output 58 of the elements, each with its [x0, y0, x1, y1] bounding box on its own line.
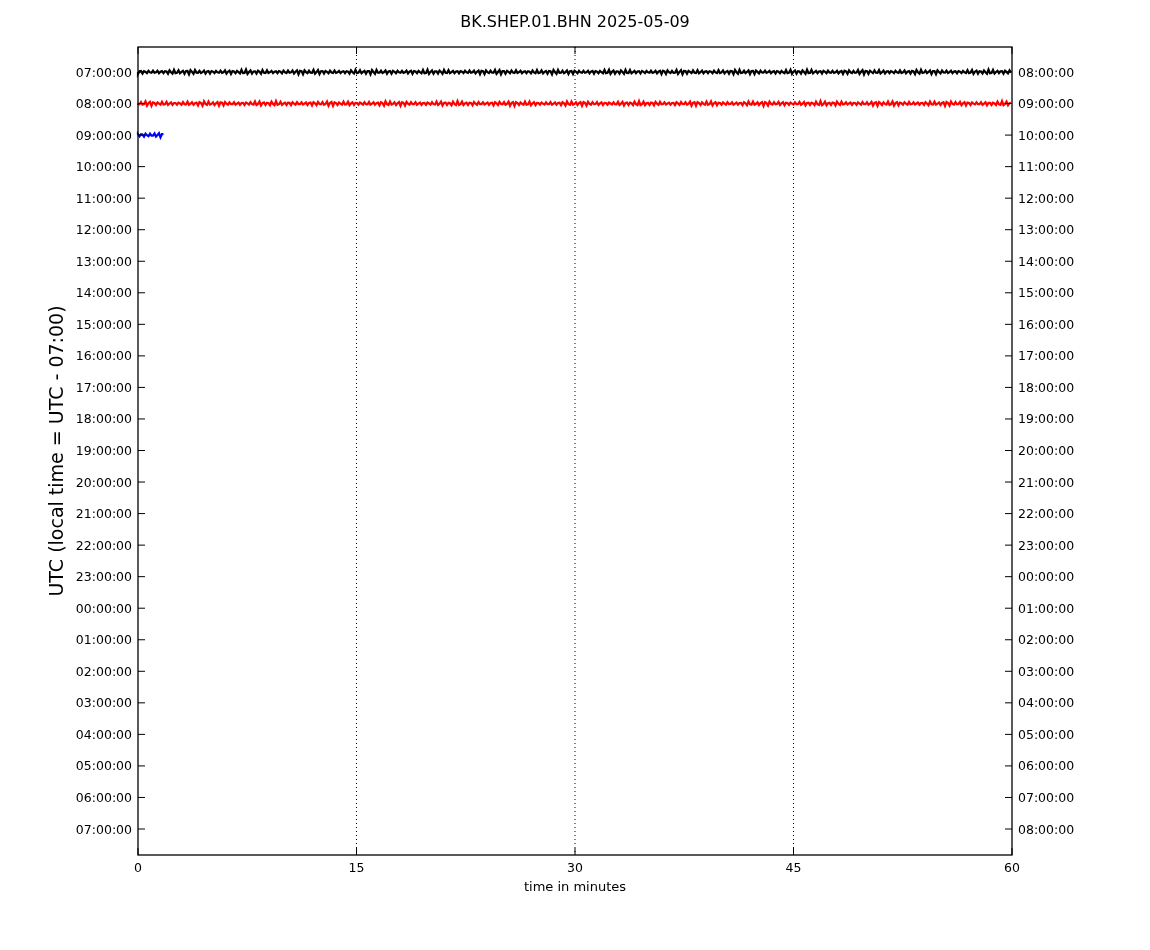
y-tick-label: 07:00:00 — [75, 821, 132, 837]
y-tick-label: 09:00:00 — [1018, 96, 1075, 112]
y-tick-label: 02:00:00 — [75, 663, 132, 679]
y-tick-label: 19:00:00 — [75, 443, 132, 458]
y-tick-label: 23:00:00 — [75, 569, 132, 585]
x-tick-label: 30 — [567, 860, 583, 875]
y-tick-label: 12:00:00 — [75, 222, 132, 238]
y-tick-label: 11:00:00 — [75, 190, 132, 206]
y-tick-label: 13:00:00 — [1018, 222, 1075, 238]
y-tick-label: 13:00:00 — [75, 253, 132, 269]
y-tick-label: 17:00:00 — [75, 379, 132, 395]
y-tick-label: 20:00:00 — [75, 474, 132, 490]
y-tick-label: 22:00:00 — [1018, 506, 1075, 522]
y-tick-label: 01:00:00 — [1018, 600, 1075, 616]
y-tick-label: 04:00:00 — [75, 726, 132, 742]
y-tick-label: 07:00:00 — [75, 64, 132, 80]
y-tick-label: 18:00:00 — [1018, 379, 1075, 395]
y-tick-label: 15:00:00 — [75, 316, 132, 332]
y-tick-label: 16:00:00 — [1018, 316, 1075, 332]
y-tick-label: 16:00:00 — [75, 348, 132, 364]
y-tick-label: 08:00:00 — [1018, 64, 1075, 80]
chart-title: BK.SHEP.01.BHN 2025-05-09 — [460, 12, 690, 31]
y-tick-label: 06:00:00 — [75, 789, 132, 805]
y-tick-label: 02:00:00 — [1018, 632, 1075, 648]
y-tick-label: 19:00:00 — [1018, 411, 1075, 427]
y-tick-label: 15:00:00 — [1018, 285, 1075, 301]
y-tick-label: 00:00:00 — [75, 600, 132, 616]
y-tick-label: 08:00:00 — [1018, 821, 1075, 837]
y-tick-label: 22:00:00 — [75, 537, 132, 553]
y-tick-label: 05:00:00 — [1018, 726, 1075, 742]
x-tick-label: 45 — [785, 860, 802, 875]
y-tick-label: 18:00:00 — [75, 411, 132, 427]
y-tick-label: 14:00:00 — [1018, 253, 1075, 269]
y-tick-label: 03:00:00 — [75, 695, 132, 711]
y-tick-label: 21:00:00 — [75, 506, 132, 522]
x-tick-label: 15 — [348, 860, 365, 875]
y-tick-label: 20:00:00 — [1018, 443, 1075, 458]
y-tick-label: 01:00:00 — [75, 632, 132, 648]
y-axis-label: UTC (local time = UTC - 07:00) — [45, 305, 67, 597]
x-axis-label: time in minutes — [523, 879, 627, 894]
y-tick-label: 04:00:00 — [1018, 695, 1075, 711]
y-tick-label: 10:00:00 — [75, 159, 132, 175]
y-tick-label: 05:00:00 — [75, 758, 132, 774]
y-tick-label: 03:00:00 — [1018, 663, 1075, 679]
y-tick-label: 23:00:00 — [1018, 537, 1075, 553]
y-tick-label: 21:00:00 — [1018, 474, 1075, 490]
y-tick-label: 12:00:00 — [1018, 190, 1075, 206]
x-tick-label: 60 — [1004, 860, 1020, 875]
y-tick-label: 07:00:00 — [1018, 789, 1075, 805]
y-tick-label: 14:00:00 — [75, 285, 132, 301]
x-tick-label: 0 — [134, 860, 142, 875]
y-tick-label: 06:00:00 — [1018, 758, 1075, 774]
y-tick-label: 10:00:00 — [1018, 127, 1075, 143]
y-tick-label: 17:00:00 — [1018, 348, 1075, 364]
y-tick-label: 09:00:00 — [75, 127, 132, 143]
y-tick-label: 08:00:00 — [75, 96, 132, 112]
y-tick-label: 00:00:00 — [1018, 569, 1075, 585]
y-tick-label: 11:00:00 — [1018, 159, 1075, 175]
